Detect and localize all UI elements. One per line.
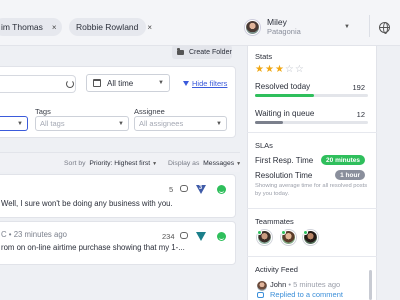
tags-placeholder: All tags [40,119,65,128]
date-range-select[interactable]: All time ▼ [86,74,170,92]
smile-icon [217,185,226,194]
resolution-label: Resolution Time [255,171,313,180]
first-resp-label: First Resp. Time [255,156,314,165]
online-indicator [257,230,262,235]
scrollbar[interactable] [369,270,372,300]
sla-note: Showing average time for all resolved po… [255,183,368,197]
message-meta: C • 23 minutes ago [1,230,68,239]
activity-user: John [270,280,287,289]
assignee-select[interactable]: All assignees ▼ [134,116,227,131]
stats-title: Stats [255,52,273,61]
first-resp-badge: 20 minutes [321,155,365,165]
queue-value: 12 [356,110,365,119]
resolved-label: Resolved today [255,82,311,91]
sort-label: Sort by [64,160,86,167]
comment-count: 5 [169,185,174,194]
comment-count: 234 [162,232,175,241]
activity-action: Replied to a comment [270,290,343,299]
chevron-down-icon: ▼ [118,120,124,127]
teammate-avatar[interactable] [257,230,272,245]
tags-label: Tags [35,107,51,116]
comment-icon [180,232,188,239]
avatar [257,281,267,291]
filter-chip[interactable]: im Thomas × [0,18,62,36]
activity-entry: John • 5 minutes ago [270,280,340,289]
resolution-badge: 1 hour [335,170,365,180]
resolved-progress [255,94,368,97]
reply-icon [257,292,264,298]
sort-value: Priority: Highest first [89,160,151,167]
globe-icon[interactable] [379,22,390,34]
message-text: rom on on-line airtime purchase showing … [1,243,185,252]
assignee-placeholder: All assignees [139,119,184,128]
priority-icon [196,232,206,241]
user-menu[interactable]: Miley Patagonia ▼ [244,14,359,40]
tags-select[interactable]: All tags ▼ [35,116,129,131]
close-icon[interactable]: × [52,23,57,32]
star-icon: ☆ [284,64,295,75]
chevron-down-icon: ▼ [158,80,164,86]
filter-chip[interactable]: Robbie Rowland × [69,18,152,36]
queue-progress-fill [255,121,284,124]
comment-icon [180,185,188,192]
create-folder-label: Create Folder [189,48,232,56]
list-item[interactable]: C • 23 minutes ago rom on on-line airtim… [0,221,236,265]
star-icon: ☆ [294,64,305,75]
teammates-title: Teammates [255,217,294,226]
chevron-down-icon: ▼ [236,161,242,167]
resolved-value: 192 [352,83,365,92]
smile-icon [217,232,226,241]
message-text: Well, I sure won't be doing any business… [1,199,173,208]
queue-label: Waiting in queue [255,109,315,118]
top-bar: im Thomas × Robbie Rowland × Miley Patag… [0,0,400,46]
close-icon[interactable]: × [147,23,152,32]
display-value: Messages [203,160,235,167]
calendar-icon [93,79,101,87]
folder-icon [177,48,184,55]
list-item[interactable]: Well, I sure won't be doing any business… [0,174,236,218]
divider [369,15,370,37]
sort-control[interactable]: Sort by Priority: Highest first ▼ [64,160,157,167]
star-rating: ★★★☆☆ [255,64,305,75]
date-range-value: All time [107,78,134,88]
chevron-down-icon: ▼ [344,24,350,30]
online-indicator [281,230,286,235]
star-icon: ★ [274,64,285,75]
teammate-avatar[interactable] [303,230,318,245]
activity-time: 5 minutes ago [293,280,341,289]
activity-separator: • [288,280,291,289]
user-org: Patagonia [267,27,301,36]
status-select[interactable]: ▼ [0,116,28,131]
user-name: Miley [267,17,287,27]
priority-value: 3 [199,185,203,191]
divider [247,132,377,133]
resolved-progress-fill [255,94,314,97]
search-input[interactable] [0,75,76,93]
assignee-label: Assignee [134,107,165,116]
activity-title: Activity Feed [255,265,298,274]
refresh-icon[interactable] [66,80,74,88]
star-icon: ★ [255,64,265,75]
star-icon: ★ [264,64,275,75]
divider [247,208,377,209]
display-control[interactable]: Display as Messages ▼ [168,160,241,167]
chip-label: im Thomas [1,22,43,32]
online-indicator [303,230,308,235]
queue-progress [255,121,368,124]
chevron-down-icon: ▼ [17,120,23,127]
teammate-avatar[interactable] [281,230,296,245]
chevron-down-icon: ▼ [216,120,222,127]
hide-filters-label: Hide filters [192,79,228,88]
filter-icon [183,81,189,86]
display-label: Display as [168,160,200,167]
create-folder-button[interactable]: Create Folder [172,45,232,59]
chevron-down-icon: ▼ [152,161,158,167]
divider [247,256,377,257]
avatar [245,19,260,35]
slas-title: SLAs [255,141,273,150]
hide-filters-link[interactable]: Hide filters [183,79,227,88]
chip-label: Robbie Rowland [76,22,139,32]
